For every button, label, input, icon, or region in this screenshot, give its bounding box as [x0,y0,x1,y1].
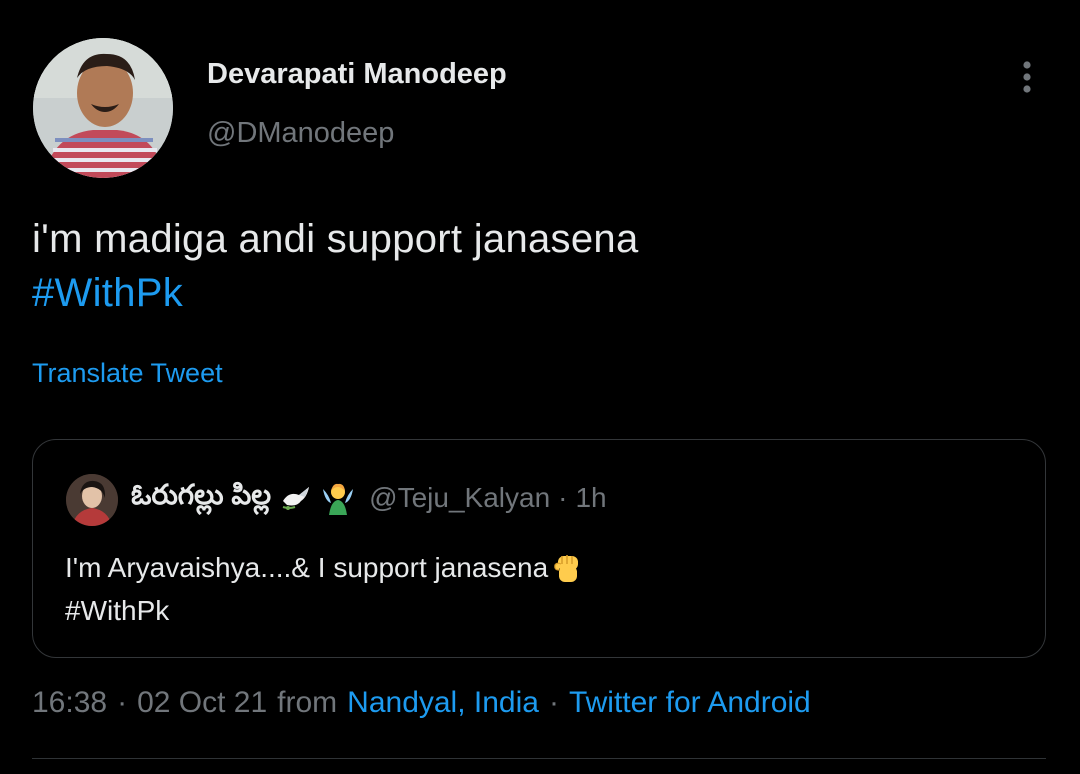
quoted-hashtag: #WithPk [65,595,170,626]
tweet-body: i'm madiga andi support janasena #WithPk [32,212,639,320]
dove-icon [279,481,313,515]
author-avatar[interactable] [33,38,173,178]
source-link[interactable]: Twitter for Android [569,686,811,720]
raised-fist-icon [550,550,586,586]
more-options-button[interactable] [1008,58,1046,96]
quoted-text-line: I'm Aryavaishya....& I support janasena [65,546,586,589]
tweet-date[interactable]: 02 Oct 21 [137,686,267,720]
separator-dot: · [117,686,128,719]
quoted-tweet-header: ఓరుగల్లు పిల్ల @Teju_Kalyan · 1h [131,478,607,518]
fairy-icon [321,481,355,515]
tweet-hashtag-link[interactable]: #WithPk [32,266,639,320]
location-link[interactable]: Nandyal, India [347,686,539,720]
tweet-metadata: 16:38 · 02 Oct 21 from Nandyal, India · … [32,686,811,720]
from-label: from [277,686,338,719]
separator-dot: · [548,686,559,719]
quoted-author-handle[interactable]: @Teju_Kalyan [369,482,550,514]
tweet-detail: Devarapati Manodeep @DManodeep i'm madig… [0,0,1080,774]
tweet-text-line: i'm madiga andi support janasena [32,217,639,261]
author-handle[interactable]: @DManodeep [207,117,394,150]
quoted-tweet-time[interactable]: 1h [575,482,606,514]
quoted-author-display-name[interactable]: ఓరుగల్లు పిల్ల [131,479,271,518]
translate-tweet-link[interactable]: Translate Tweet [32,358,223,389]
quoted-text: I'm Aryavaishya....& I support janasena [65,552,549,583]
tweet-time[interactable]: 16:38 [32,686,107,720]
quoted-author-avatar[interactable] [66,474,118,526]
quoted-profile-photo-icon [66,474,118,526]
divider [32,758,1046,759]
profile-photo-icon [33,38,173,178]
author-display-name[interactable]: Devarapati Manodeep [207,58,507,91]
vertical-ellipsis-icon [1023,61,1031,93]
quoted-tweet-card[interactable]: ఓరుగల్లు పిల్ల @Teju_Kalyan · 1h I'm Ary… [32,439,1046,658]
quoted-tweet-body: I'm Aryavaishya....& I support janasena … [65,546,586,632]
separator-dot: · [558,482,568,513]
